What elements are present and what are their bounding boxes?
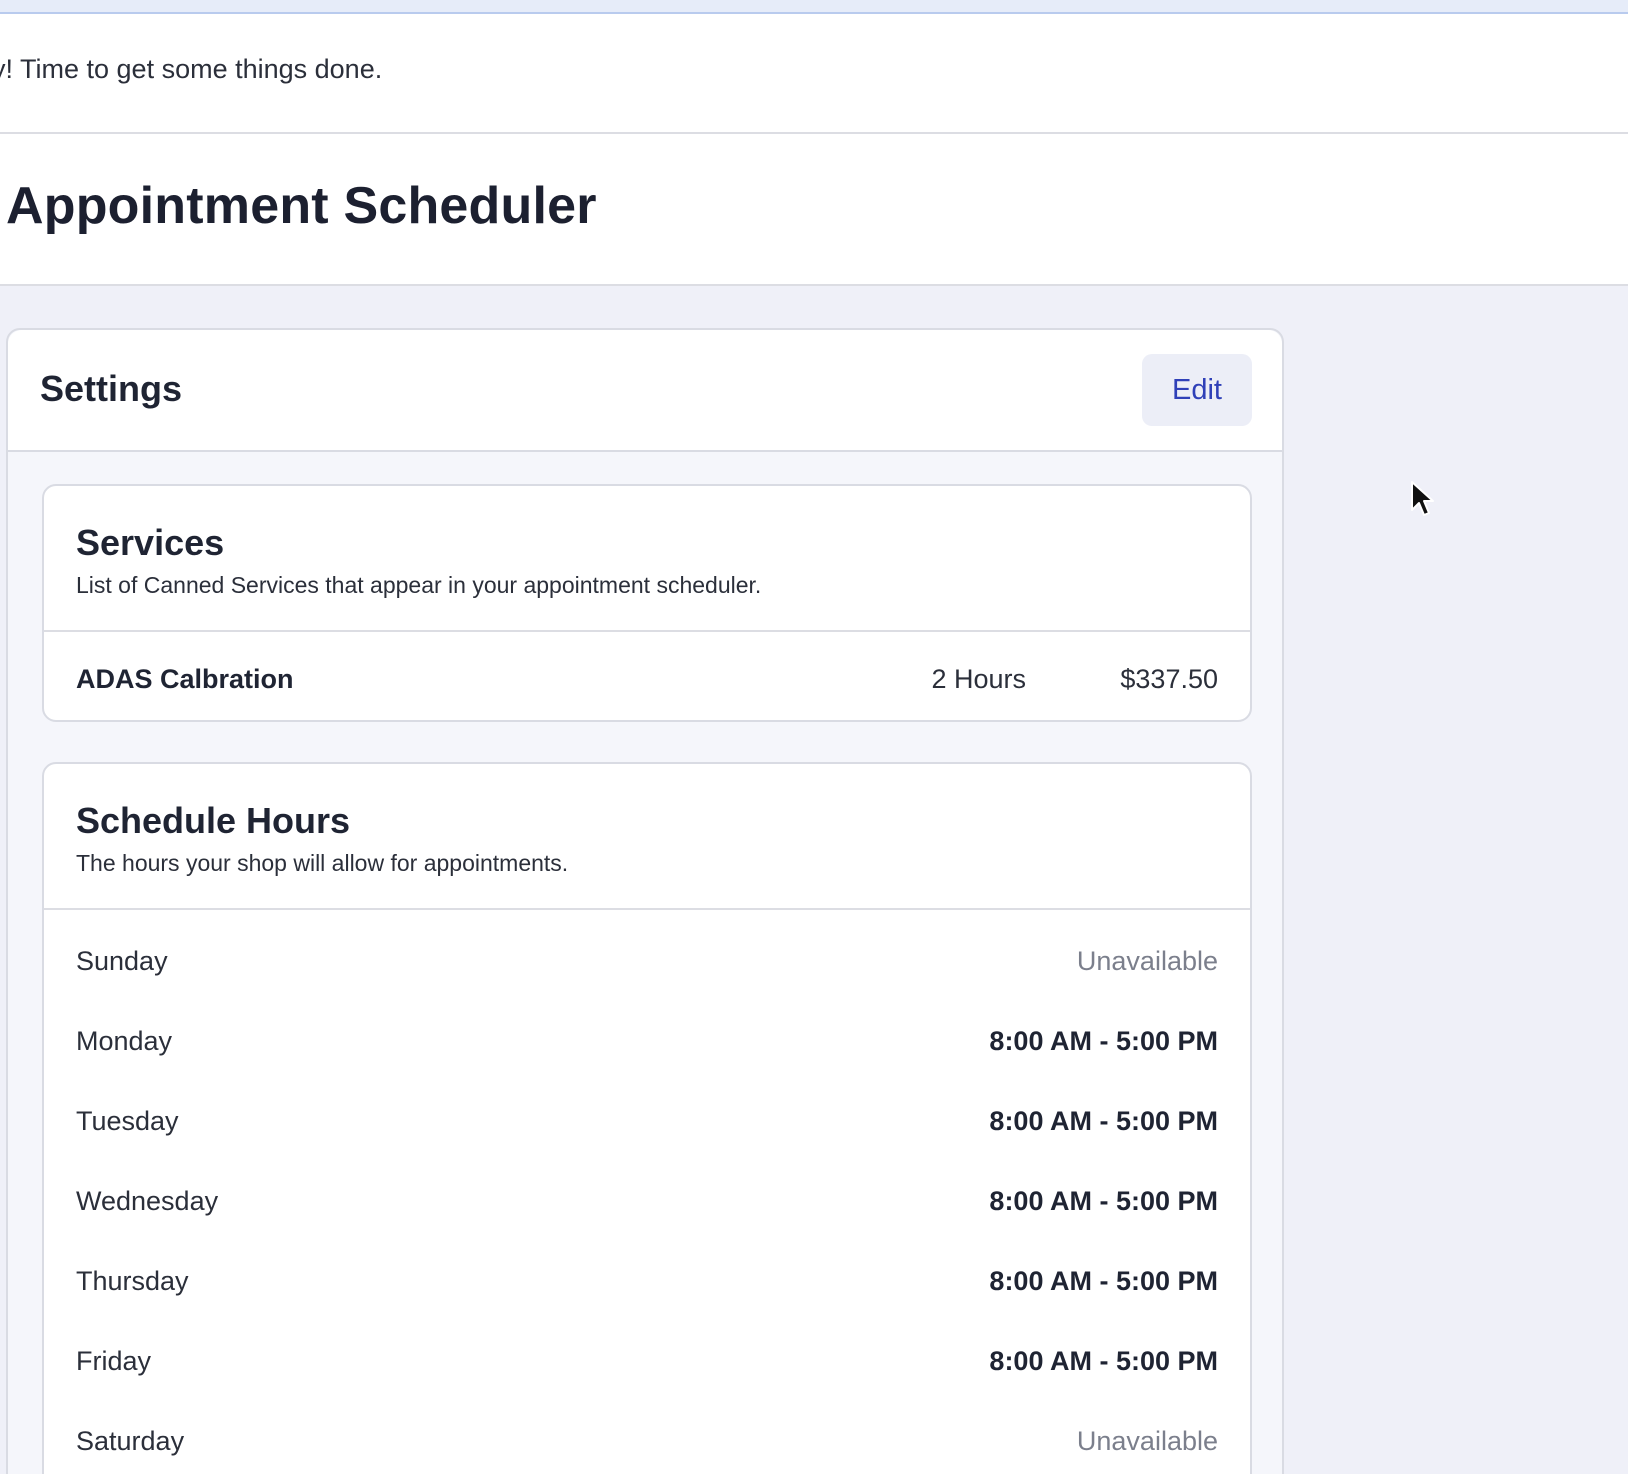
schedule-hours-description: The hours your shop will allow for appoi… [76,850,569,876]
day-label: Saturday [76,1426,185,1456]
schedule-hours-list: Sunday Unavailable Monday 8:00 AM - 5:00… [44,910,1250,1470]
day-hours: 8:00 AM - 5:00 PM [989,1106,1218,1136]
hours-row-wednesday: Wednesday 8:00 AM - 5:00 PM [44,1150,1250,1230]
greeting-bar: y! Time to get some things done. [0,14,1628,134]
top-accent-bar [0,0,1628,14]
day-label: Monday [76,1026,173,1056]
day-hours: 8:00 AM - 5:00 PM [989,1026,1218,1056]
hours-row-friday: Friday 8:00 AM - 5:00 PM [44,1310,1250,1390]
hours-row-thursday: Thursday 8:00 AM - 5:00 PM [44,1230,1250,1310]
hours-row-monday: Monday 8:00 AM - 5:00 PM [44,990,1250,1070]
day-label: Tuesday [76,1106,179,1136]
day-hours: 8:00 AM - 5:00 PM [989,1346,1218,1376]
schedule-hours-card: Schedule Hours The hours your shop will … [42,762,1252,1474]
day-label: Sunday [76,946,168,976]
day-hours: 8:00 AM - 5:00 PM [989,1186,1218,1216]
service-name: ADAS Calbration [76,664,294,694]
day-label: Friday [76,1346,152,1376]
page-title: Appointment Scheduler [6,177,597,235]
services-title: Services [76,522,225,563]
services-header: Services List of Canned Services that ap… [44,486,1250,632]
service-duration: 2 Hours [931,664,1026,694]
services-card: Services List of Canned Services that ap… [42,484,1252,722]
settings-header: Settings Edit [8,330,1282,452]
day-hours: 8:00 AM - 5:00 PM [989,1266,1218,1296]
greeting-text: y! Time to get some things done. [0,54,383,84]
services-description: List of Canned Services that appear in y… [76,572,762,598]
settings-card: Settings Edit Services List of Canned Se… [6,328,1284,1474]
service-row[interactable]: ADAS Calbration 2 Hours $337.50 [44,632,1250,720]
day-label: Thursday [76,1266,189,1296]
hours-row-sunday: Sunday Unavailable [44,910,1250,990]
day-hours: Unavailable [1076,1426,1218,1456]
service-price: $337.50 [1120,664,1218,694]
schedule-hours-header: Schedule Hours The hours your shop will … [44,764,1250,910]
edit-button[interactable]: Edit [1142,354,1252,426]
mouse-cursor-icon [1411,481,1434,516]
hours-row-saturday: Saturday Unavailable [44,1390,1250,1470]
settings-title: Settings [40,368,183,409]
hours-row-tuesday: Tuesday 8:00 AM - 5:00 PM [44,1070,1250,1150]
day-hours: Unavailable [1076,946,1218,976]
day-label: Wednesday [76,1186,219,1216]
schedule-hours-title: Schedule Hours [76,800,351,841]
page-header: Appointment Scheduler [0,134,1628,286]
